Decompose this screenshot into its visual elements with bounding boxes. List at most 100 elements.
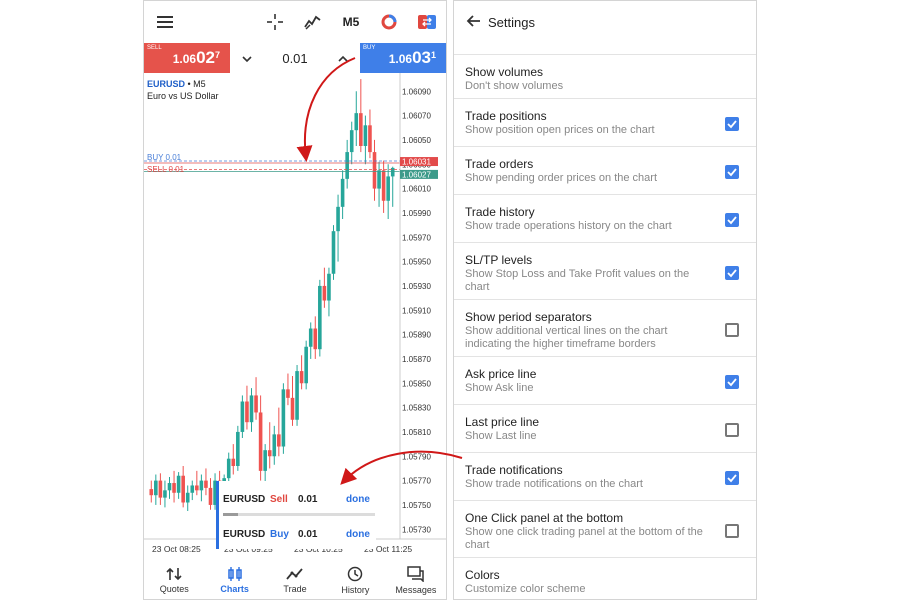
sell-price: 1.06027 bbox=[172, 48, 220, 67]
candle bbox=[154, 474, 158, 505]
candle bbox=[377, 161, 381, 207]
notification-progress bbox=[223, 513, 375, 516]
sell-label: SELL bbox=[147, 45, 162, 51]
price-axis-label: 1.06070 bbox=[402, 112, 431, 121]
chevron-up-icon bbox=[338, 55, 348, 62]
screenshot-stage: M5 SELL 1.06027 0.01 BUY 1.06031 BUY 0.0… bbox=[0, 0, 900, 600]
candle bbox=[331, 225, 336, 280]
chart-toolbar: M5 bbox=[144, 1, 446, 43]
candle bbox=[181, 465, 185, 508]
candle bbox=[363, 115, 368, 165]
setting-checkbox[interactable] bbox=[725, 322, 739, 337]
setting-trade-orders[interactable]: Trade orders Show pending order prices on… bbox=[454, 146, 756, 194]
price-axis-label: 1.06010 bbox=[402, 185, 431, 194]
price-axis-label: 1.05990 bbox=[402, 209, 431, 218]
price-chart[interactable]: BUY 0.01 SELL 0.01 1.06090 1.06070 1.06050 1… bbox=[144, 73, 446, 559]
crosshair-icon[interactable] bbox=[262, 1, 288, 43]
setting-checkbox[interactable] bbox=[725, 117, 739, 131]
nav-trade[interactable]: Trade bbox=[265, 559, 325, 599]
svg-text:1.06031: 1.06031 bbox=[402, 158, 431, 167]
setting-subtitle: Show Stop Loss and Take Profit values on… bbox=[465, 268, 690, 293]
setting-checkbox[interactable] bbox=[725, 375, 739, 389]
candle bbox=[313, 316, 318, 359]
candle bbox=[258, 395, 263, 481]
candle bbox=[349, 121, 354, 165]
candle bbox=[172, 470, 176, 503]
check-icon bbox=[727, 120, 737, 129]
setting-one-click-panel-at-the-bottom[interactable]: One Click panel at the bottom Show one cl… bbox=[454, 500, 756, 557]
sell-button[interactable]: SELL 1.06027 bbox=[144, 43, 230, 73]
bid-price-marker: 1.06027 bbox=[400, 169, 438, 179]
nav-quotes[interactable]: Quotes bbox=[144, 559, 204, 599]
settings-screen: Settings Show volumes Don't show volumes T… bbox=[453, 0, 757, 600]
nav-history[interactable]: History bbox=[325, 559, 385, 599]
candle bbox=[308, 322, 313, 359]
setting-sl-tp-levels[interactable]: SL/TP levels Show Stop Loss and Take Prof… bbox=[454, 242, 756, 299]
setting-colors[interactable]: Colors Customize color scheme bbox=[454, 557, 756, 599]
setting-subtitle: Customize color scheme bbox=[465, 583, 586, 595]
candle bbox=[286, 373, 290, 406]
candle bbox=[386, 164, 390, 220]
price-axis-label: 1.05830 bbox=[402, 404, 431, 413]
candle bbox=[149, 480, 154, 503]
back-button[interactable] bbox=[466, 13, 486, 33]
quotes-icon bbox=[166, 567, 182, 580]
price-axis-label: 1.05730 bbox=[402, 525, 431, 534]
lot-increase-button[interactable] bbox=[338, 51, 348, 66]
done-status[interactable]: done bbox=[346, 529, 370, 540]
price-axis-label: 1.05770 bbox=[402, 477, 431, 486]
candle bbox=[185, 485, 190, 512]
setting-checkbox[interactable] bbox=[725, 523, 739, 538]
setting-title: SL/TP levels bbox=[465, 253, 533, 267]
setting-trade-history[interactable]: Trade history Show trade operations histo… bbox=[454, 194, 756, 242]
setting-last-price-line[interactable]: Last price line Show Last line bbox=[454, 404, 756, 452]
nav-charts[interactable]: Charts bbox=[204, 559, 264, 599]
setting-title: Ask price line bbox=[465, 367, 537, 381]
indicators-icon[interactable] bbox=[300, 1, 326, 43]
setting-checkbox[interactable] bbox=[725, 423, 739, 437]
setting-checkbox[interactable] bbox=[725, 213, 739, 227]
setting-trade-notifications[interactable]: Trade notifications Show trade notificati… bbox=[454, 452, 756, 500]
candle bbox=[263, 444, 267, 484]
candle bbox=[204, 468, 208, 496]
setting-title: Last price line bbox=[465, 415, 540, 429]
setting-checkbox[interactable] bbox=[725, 165, 739, 179]
menu-icon[interactable] bbox=[152, 1, 178, 43]
timeframe-button[interactable]: M5 bbox=[338, 1, 364, 43]
setting-show-volumes[interactable]: Show volumes Don't show volumes bbox=[454, 54, 756, 98]
lot-decrease-button[interactable] bbox=[242, 51, 252, 66]
candle bbox=[176, 472, 181, 499]
price-axis-label: 1.05850 bbox=[402, 379, 431, 388]
chevron-down-icon bbox=[242, 55, 252, 62]
chart-screen: M5 SELL 1.06027 0.01 BUY 1.06031 BUY 0.0… bbox=[143, 0, 447, 600]
page-title: Settings bbox=[488, 15, 535, 30]
setting-checkbox[interactable] bbox=[725, 471, 739, 485]
setting-ask-price-line[interactable]: Ask price line Show Ask line bbox=[454, 356, 756, 404]
candle bbox=[336, 194, 340, 262]
setting-trade-positions[interactable]: Trade positions Show position open prices… bbox=[454, 98, 756, 146]
check-icon bbox=[727, 168, 737, 177]
price-axis-label: 1.06090 bbox=[402, 87, 431, 96]
setting-title: Show period separators bbox=[465, 310, 592, 324]
new-order-icon[interactable] bbox=[414, 1, 440, 43]
price-axis-label: 1.06050 bbox=[402, 136, 431, 145]
price-axis-label: 1.05910 bbox=[402, 306, 431, 315]
done-status[interactable]: done bbox=[346, 494, 370, 505]
objects-icon[interactable] bbox=[376, 1, 402, 43]
time-axis-label: 23 Oct 08:25 bbox=[152, 544, 201, 554]
price-axis-label: 1.05950 bbox=[402, 258, 431, 267]
bottom-navigation: Quotes Charts Trade History Messages bbox=[144, 559, 446, 599]
setting-checkbox[interactable] bbox=[725, 265, 739, 280]
buy-button[interactable]: BUY 1.06031 bbox=[360, 43, 446, 73]
candle bbox=[345, 139, 349, 189]
candle bbox=[190, 480, 195, 501]
setting-show-period-separators[interactable]: Show period separators Show additional ve… bbox=[454, 299, 756, 356]
candle bbox=[167, 476, 172, 499]
nav-messages[interactable]: Messages bbox=[386, 559, 446, 599]
setting-title: Trade orders bbox=[465, 157, 534, 171]
lot-value[interactable]: 0.01 bbox=[282, 51, 307, 66]
setting-subtitle: Show pending order prices on the chart bbox=[465, 172, 658, 184]
candle bbox=[372, 139, 377, 201]
nav-charts-label: Charts bbox=[220, 583, 249, 594]
price-axis-label: 1.05870 bbox=[402, 355, 431, 364]
